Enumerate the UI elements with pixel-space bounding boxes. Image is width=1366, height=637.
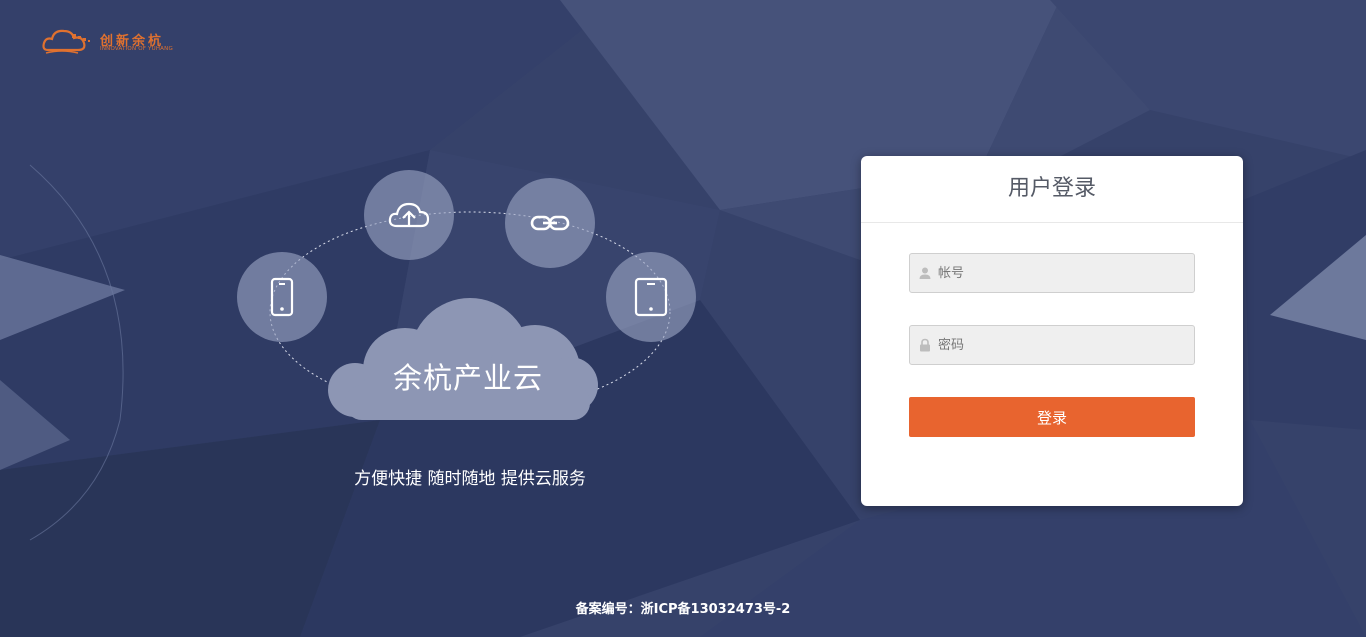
logo: 创新余杭 INNOVATION OF YUHANG <box>42 24 192 60</box>
user-icon <box>919 267 931 279</box>
cloud-upload-bubble <box>364 170 454 260</box>
link-icon <box>530 215 570 231</box>
icp-footer: 备案编号：浙ICP备13032473号-2 <box>575 602 791 617</box>
cloud-label: 余杭产业云 <box>392 361 543 395</box>
logo-cloud-icon <box>42 29 90 54</box>
tablet-icon <box>634 277 668 317</box>
login-title: 用户登录 <box>861 156 1243 223</box>
username-field <box>909 253 1195 293</box>
username-input[interactable] <box>938 254 1188 292</box>
login-panel: 用户登录 登录 <box>861 156 1243 506</box>
password-input[interactable] <box>938 326 1188 364</box>
tablet-bubble <box>606 252 696 342</box>
password-field <box>909 325 1195 365</box>
cloud-upload-icon <box>388 202 430 228</box>
slogan: 方便快捷 随时随地 提供云服务 <box>354 469 586 489</box>
login-button[interactable]: 登录 <box>909 397 1195 437</box>
phone-icon <box>270 277 294 317</box>
phone-bubble <box>237 252 327 342</box>
link-bubble <box>505 178 595 268</box>
logo-subtitle: INNOVATION OF YUHANG <box>100 46 173 52</box>
hero-illustration: 余杭产业云 <box>230 170 710 430</box>
lock-icon <box>920 338 930 352</box>
